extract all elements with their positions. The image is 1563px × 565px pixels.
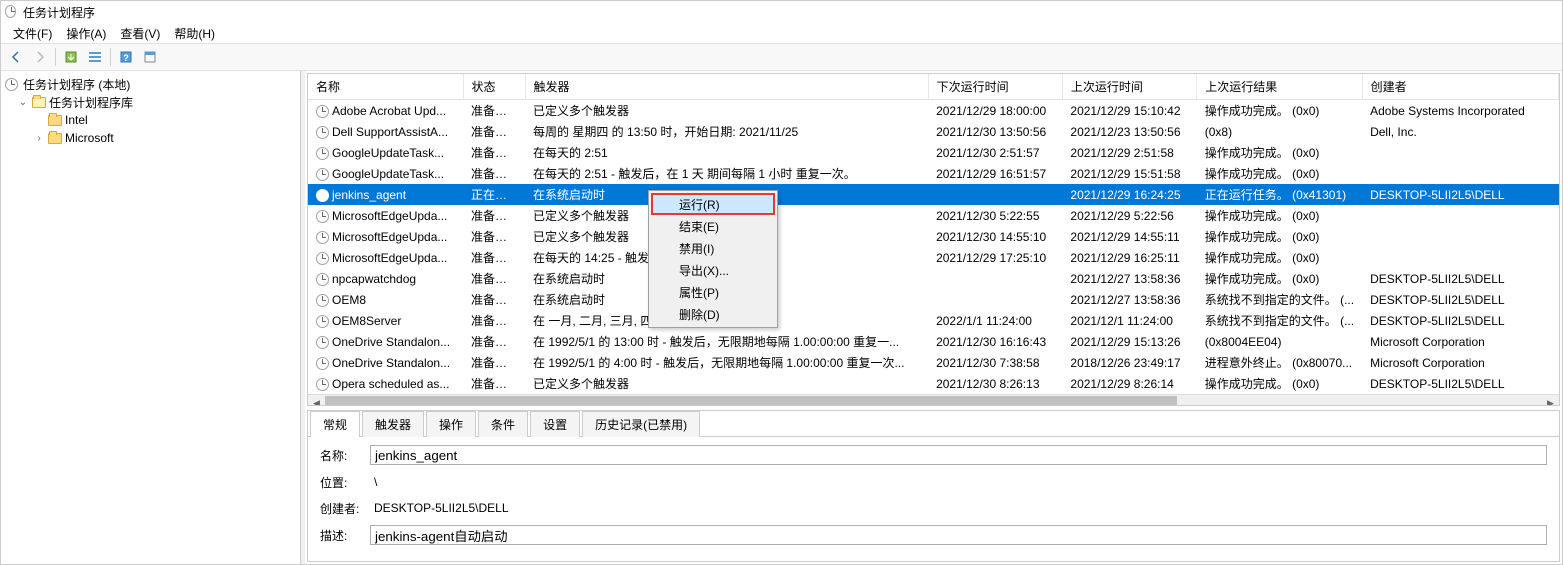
tab-general[interactable]: 常规 (310, 411, 360, 437)
table-row[interactable]: OEM8Server准备就绪在 一月, 二月, 三月, 四 , 九月, 十月, … (308, 310, 1559, 331)
folder-icon (47, 130, 63, 146)
clock-icon (316, 189, 329, 202)
task-description-field[interactable] (370, 525, 1547, 545)
clock-icon (316, 147, 329, 160)
menu-view[interactable]: 查看(V) (114, 24, 166, 43)
table-row[interactable]: Dell SupportAssistA...准备就绪每周的 星期四 的 13:5… (308, 121, 1559, 142)
tree-microsoft-label: Microsoft (65, 131, 114, 145)
tree-root[interactable]: 任务计划程序 (本地) (3, 75, 298, 93)
horizontal-scrollbar[interactable]: ◀ ▶ (308, 394, 1559, 406)
grid-header: 名称 状态 触发器 下次运行时间 上次运行时间 上次运行结果 创建者 (308, 74, 1559, 100)
ctx-delete[interactable]: 删除(D) (651, 303, 775, 325)
expand-icon[interactable]: › (33, 133, 45, 144)
clock-icon (316, 105, 329, 118)
clock-icon (316, 252, 329, 265)
back-button[interactable] (5, 46, 27, 68)
clock-icon (316, 231, 329, 244)
tab-actions[interactable]: 操作 (426, 411, 476, 437)
detail-tabs: 常规 触发器 操作 条件 设置 历史记录(已禁用) (308, 411, 1559, 437)
forward-button[interactable] (29, 46, 51, 68)
clock-icon (316, 273, 329, 286)
label-name: 名称: (320, 447, 370, 464)
clock-icon (316, 378, 329, 391)
table-row[interactable]: OneDrive Standalon...准备就绪在 1992/5/1 的 4:… (308, 352, 1559, 373)
menu-help[interactable]: 帮助(H) (168, 24, 221, 43)
task-creator: DESKTOP-5LII2L5\DELL (370, 499, 513, 517)
table-row[interactable]: Adobe Acrobat Upd...准备就绪已定义多个触发器2021/12/… (308, 100, 1559, 122)
clock-icon (316, 294, 329, 307)
clock-icon (316, 336, 329, 349)
menubar: 文件(F) 操作(A) 查看(V) 帮助(H) (1, 23, 1562, 43)
ctx-run[interactable]: 运行(R) (651, 193, 775, 215)
titlebar: 任务计划程序 (1, 1, 1562, 23)
tab-settings[interactable]: 设置 (530, 411, 580, 437)
import-button[interactable] (60, 46, 82, 68)
app-icon (5, 5, 19, 19)
tab-conditions[interactable]: 条件 (478, 411, 528, 437)
tree-pane[interactable]: 任务计划程序 (本地) ⌄ 任务计划程序库 Intel › Microsoft (1, 71, 301, 564)
table-row[interactable]: Opera scheduled as...准备就绪已定义多个触发器2021/12… (308, 373, 1559, 394)
svg-text:?: ? (123, 53, 129, 63)
col-last[interactable]: 上次运行时间 (1062, 74, 1196, 100)
ctx-disable[interactable]: 禁用(I) (651, 237, 775, 259)
label-description: 描述: (320, 527, 370, 544)
properties-button[interactable] (139, 46, 161, 68)
ctx-properties[interactable]: 属性(P) (651, 281, 775, 303)
col-status[interactable]: 状态 (463, 74, 525, 100)
tree-library-label: 任务计划程序库 (49, 94, 133, 111)
scroll-thumb[interactable] (325, 396, 1177, 407)
table-row[interactable]: MicrosoftEdgeUpda...准备就绪已定义多个触发器2021/12/… (308, 226, 1559, 247)
table-row[interactable]: GoogleUpdateTask...准备就绪在每天的 2:512021/12/… (308, 142, 1559, 163)
table-row[interactable]: OneDrive Standalon...准备就绪在 1992/5/1 的 13… (308, 331, 1559, 352)
label-creator: 创建者: (320, 500, 370, 517)
folder-icon (47, 112, 63, 128)
col-next[interactable]: 下次运行时间 (928, 74, 1062, 100)
detail-pane: 常规 触发器 操作 条件 设置 历史记录(已禁用) 名称: 位置: \ (307, 410, 1560, 562)
clock-icon (316, 210, 329, 223)
help-button[interactable]: ? (115, 46, 137, 68)
ctx-export[interactable]: 导出(X)... (651, 259, 775, 281)
menu-file[interactable]: 文件(F) (7, 24, 58, 43)
tree-intel[interactable]: Intel (3, 111, 298, 129)
task-name-field[interactable] (370, 445, 1547, 465)
table-row[interactable]: jenkins_agent正在运行在系统启动时2021/12/29 16:24:… (308, 184, 1559, 205)
list-button[interactable] (84, 46, 106, 68)
clock-icon (316, 357, 329, 370)
tree-root-label: 任务计划程序 (本地) (23, 76, 130, 93)
tab-triggers[interactable]: 触发器 (362, 411, 424, 437)
task-location: \ (370, 473, 381, 491)
separator (55, 48, 56, 66)
tree-library[interactable]: ⌄ 任务计划程序库 (3, 93, 298, 111)
table-row[interactable]: GoogleUpdateTask...准备就绪在每天的 2:51 - 触发后，在… (308, 163, 1559, 184)
tree-intel-label: Intel (65, 113, 88, 127)
table-row[interactable]: npcapwatchdog准备就绪在系统启动时2021/12/27 13:58:… (308, 268, 1559, 289)
toolbar: ? (1, 43, 1562, 71)
menu-action[interactable]: 操作(A) (60, 24, 112, 43)
clock-icon (5, 76, 21, 92)
scroll-right-icon[interactable]: ▶ (1542, 395, 1559, 407)
context-menu: 运行(R) 结束(E) 禁用(I) 导出(X)... 属性(P) 删除(D) (648, 190, 778, 328)
ctx-end[interactable]: 结束(E) (651, 215, 775, 237)
col-name[interactable]: 名称 (308, 74, 463, 100)
clock-icon (316, 126, 329, 139)
separator (110, 48, 111, 66)
folder-icon (31, 94, 47, 110)
label-location: 位置: (320, 474, 370, 491)
table-row[interactable]: MicrosoftEdgeUpda...准备就绪在每天的 14:25 - 触发 … (308, 247, 1559, 268)
col-trigger[interactable]: 触发器 (525, 74, 928, 100)
task-grid[interactable]: 名称 状态 触发器 下次运行时间 上次运行时间 上次运行结果 创建者 Adobe… (307, 73, 1560, 406)
col-creator[interactable]: 创建者 (1362, 74, 1558, 100)
window-title: 任务计划程序 (23, 4, 95, 21)
tab-history[interactable]: 历史记录(已禁用) (582, 411, 700, 437)
clock-icon (316, 315, 329, 328)
collapse-icon[interactable]: ⌄ (17, 97, 29, 108)
col-result[interactable]: 上次运行结果 (1197, 74, 1362, 100)
tree-microsoft[interactable]: › Microsoft (3, 129, 298, 147)
table-row[interactable]: OEM8准备就绪在系统启动时2021/12/27 13:58:36系统找不到指定… (308, 289, 1559, 310)
clock-icon (316, 168, 329, 181)
table-row[interactable]: MicrosoftEdgeUpda...准备就绪已定义多个触发器2021/12/… (308, 205, 1559, 226)
scroll-left-icon[interactable]: ◀ (308, 395, 325, 407)
